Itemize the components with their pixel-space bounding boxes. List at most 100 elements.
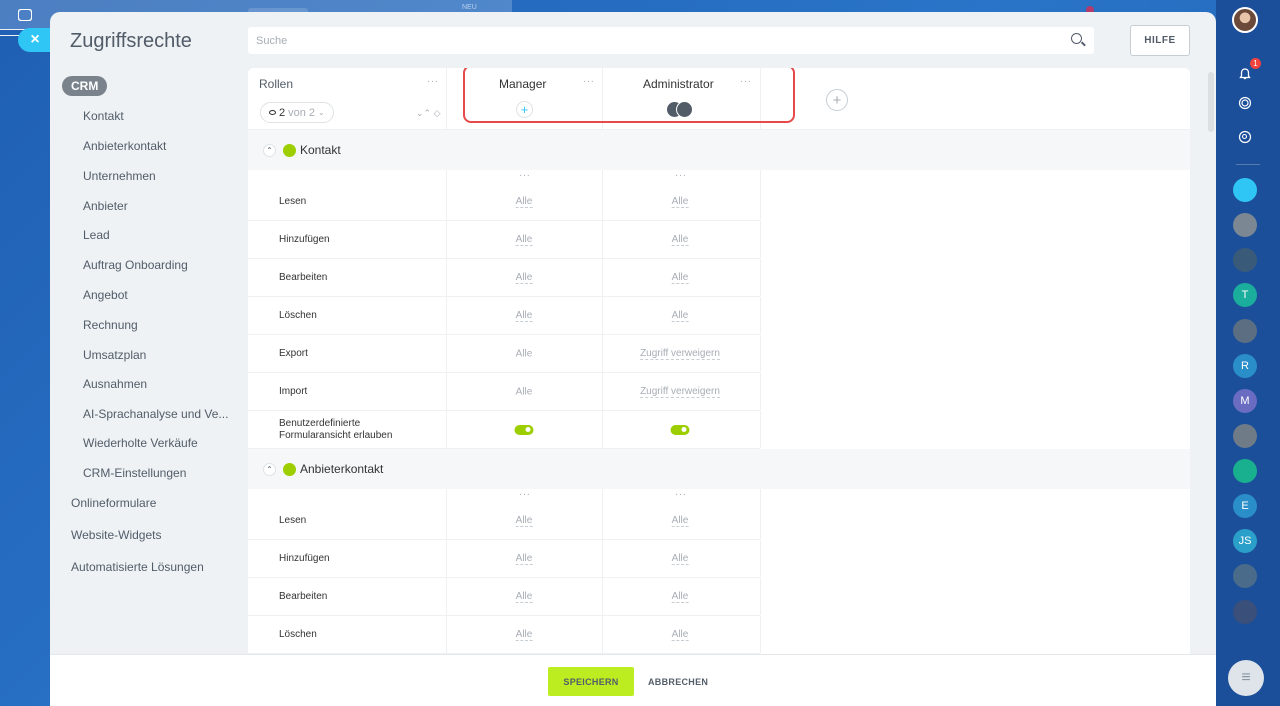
table-row: Löschen Alle Alle [248, 616, 761, 654]
nav-item[interactable]: Umsatzplan [83, 348, 146, 362]
table-row: Benutzerdefinierte Formularansicht erlau… [248, 411, 761, 449]
row-label: Benutzerdefinierte Formularansicht erlau… [279, 417, 393, 441]
notification-badge: 1 [1250, 58, 1261, 69]
permission-cell[interactable]: Alle [515, 591, 533, 603]
nav-item[interactable]: Lead [83, 228, 110, 242]
search-placeholder: Suche [256, 34, 288, 47]
nav-top-item[interactable]: Onlineformulare [71, 496, 156, 510]
panel-scrollbar[interactable] [1208, 72, 1214, 132]
save-button[interactable]: SPEICHERN [548, 667, 634, 696]
table-row: Lesen Alle Alle [248, 502, 761, 540]
contact-avatar[interactable] [1233, 213, 1257, 237]
row-label: Hinzufügen [279, 233, 330, 245]
nav-item[interactable]: Unternehmen [83, 169, 156, 183]
contact-avatar[interactable]: M [1233, 389, 1257, 413]
row-label: Lesen [279, 195, 307, 207]
row-label: Löschen [279, 309, 317, 321]
permission-cell[interactable]: Zugriff verweigern [640, 386, 720, 398]
permission-cell[interactable]: Alle [671, 553, 689, 565]
menu-icon[interactable]: ≡ [1228, 660, 1264, 696]
contact-avatar[interactable] [1233, 424, 1257, 448]
permission-cell[interactable]: Alle [515, 629, 533, 641]
nav-item[interactable]: Auftrag Onboarding [83, 258, 188, 272]
row-label: Import [279, 385, 308, 397]
table-row: Import Alle Zugriff verweigern [248, 373, 761, 411]
contact-avatar[interactable]: T [1233, 283, 1257, 307]
row-label: Hinzufügen [279, 552, 330, 564]
row-label: Bearbeiten [279, 590, 328, 602]
permission-cell[interactable]: Zugriff verweigern [640, 348, 720, 360]
permission-cell[interactable]: Alle [671, 629, 689, 641]
contact-avatar[interactable] [1233, 319, 1257, 343]
user-avatar[interactable] [1232, 7, 1258, 33]
chat-icon[interactable] [1233, 178, 1257, 202]
permission-cell[interactable]: Alle [515, 196, 533, 208]
nav-item[interactable]: Anbieterkontakt [83, 139, 166, 153]
contact-avatar[interactable] [1233, 564, 1257, 588]
nav-item[interactable]: Kontakt [83, 109, 124, 123]
permission-cell[interactable]: Alle [515, 553, 533, 565]
permission-cell[interactable]: Alle [516, 386, 533, 397]
column-menu-icon[interactable]: ··· [519, 170, 531, 181]
help-button[interactable]: HILFE [1130, 25, 1190, 56]
roles-menu-icon[interactable]: ··· [427, 76, 439, 87]
section-label: Anbieterkontakt [300, 462, 384, 476]
contact-avatar[interactable] [1233, 459, 1257, 483]
permission-cell[interactable]: Alle [671, 196, 689, 208]
nav-top-item[interactable]: Automatisierte Lösungen [71, 560, 204, 574]
nav-item[interactable]: Angebot [83, 288, 128, 302]
row-label: Export [279, 347, 308, 359]
search-chat-icon[interactable] [1233, 125, 1257, 149]
right-sidebar: 1 T R M E JS ≡ [1216, 0, 1280, 706]
bell-icon[interactable]: 1 [1233, 58, 1261, 86]
column-menu-icon[interactable]: ··· [519, 489, 531, 500]
nav-crm-badge[interactable]: CRM [62, 76, 108, 96]
contact-avatar[interactable] [1233, 600, 1257, 624]
permission-cell[interactable]: Alle [515, 272, 533, 284]
nav-item[interactable]: Ausnahmen [83, 377, 147, 391]
nav-item[interactable]: AI-Sprachanalyse und Ve... [83, 407, 228, 421]
role-count-filter[interactable]: 2 von 2 ⌄ [260, 102, 334, 123]
contact-avatar[interactable]: JS [1233, 529, 1257, 553]
cancel-button[interactable]: ABBRECHEN [642, 667, 714, 696]
permission-cell[interactable]: Alle [671, 272, 689, 284]
add-role-button[interactable]: + [826, 89, 848, 111]
target-icon[interactable] [1233, 91, 1257, 115]
toggle-switch[interactable] [514, 424, 534, 435]
permission-cell[interactable]: Alle [671, 591, 689, 603]
toggle-switch[interactable] [670, 424, 690, 435]
column-menu-icon[interactable]: ··· [675, 170, 687, 181]
nav-item[interactable]: CRM-Einstellungen [83, 466, 186, 480]
sort-icon[interactable]: ⌄⌃ ◇ [416, 108, 441, 119]
section-anbieterkontakt[interactable]: ⌃ Anbieterkontakt [248, 449, 1190, 489]
roles-header: Rollen [259, 77, 294, 91]
permission-cell[interactable]: Alle [671, 310, 689, 322]
search-icon[interactable] [1071, 33, 1082, 44]
user-icon [283, 143, 296, 157]
table-header: Rollen ··· 2 von 2 ⌄ ⌄⌃ ◇ Manager ··· + … [248, 68, 1190, 130]
nav-item[interactable]: Rechnung [83, 318, 138, 332]
close-button[interactable]: × [18, 28, 52, 52]
column-menu-icon[interactable]: ··· [675, 489, 687, 500]
table-row: Lesen Alle Alle [248, 183, 761, 221]
contact-avatar[interactable]: R [1233, 354, 1257, 378]
nav-top-item[interactable]: Website-Widgets [71, 528, 161, 542]
contact-avatar[interactable]: E [1233, 494, 1257, 518]
permission-cell[interactable]: Alle [516, 348, 533, 359]
permission-cell[interactable]: Alle [515, 515, 533, 527]
nav-item[interactable]: Anbieter [83, 199, 128, 213]
nav-item[interactable]: Wiederholte Verkäufe [83, 436, 198, 450]
permission-cell[interactable]: Alle [671, 234, 689, 246]
eye-icon [269, 110, 276, 115]
row-label: Löschen [279, 628, 317, 640]
row-label: Bearbeiten [279, 271, 328, 283]
section-kontakt[interactable]: ⌃ Kontakt [248, 130, 1190, 170]
permission-cell[interactable]: Alle [515, 234, 533, 246]
chevron-up-icon[interactable]: ⌃ [263, 462, 276, 476]
contact-avatar[interactable] [1233, 248, 1257, 272]
permission-cell[interactable]: Alle [671, 515, 689, 527]
chevron-up-icon[interactable]: ⌃ [263, 143, 276, 157]
permission-cell[interactable]: Alle [515, 310, 533, 322]
section-label: Kontakt [300, 143, 341, 157]
search-input[interactable]: Suche [248, 27, 1094, 54]
